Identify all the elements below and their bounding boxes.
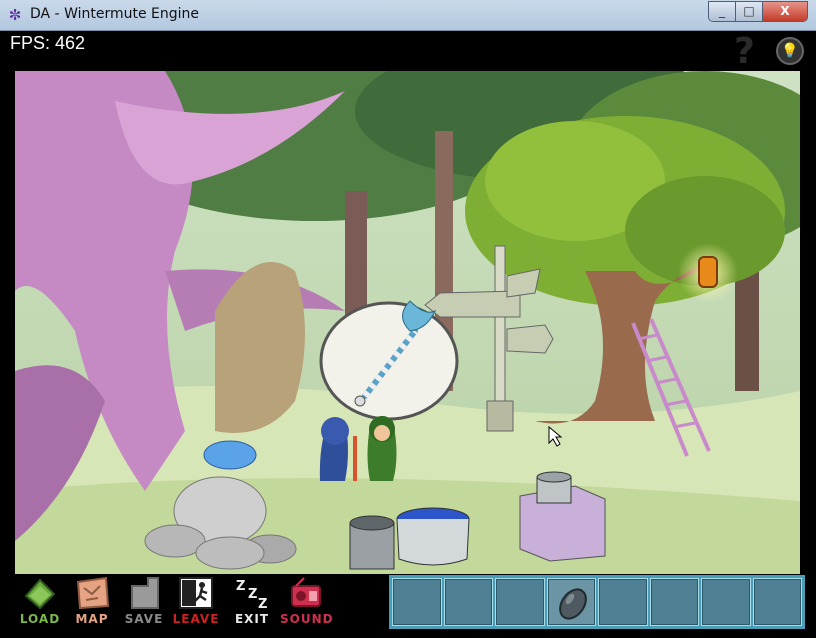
map-icon: [76, 576, 110, 610]
inventory-slot[interactable]: [752, 578, 802, 626]
stone-icon[interactable]: [553, 584, 593, 624]
inventory-slot[interactable]: [495, 578, 545, 626]
inventory-slot[interactable]: [598, 578, 648, 626]
minimize-button[interactable]: _: [709, 2, 735, 21]
paint-cans[interactable]: [349, 507, 470, 570]
maximize-button[interactable]: □: [735, 2, 762, 21]
radio-icon: [291, 577, 321, 607]
load-icon: [24, 578, 56, 610]
close-button[interactable]: X: [762, 2, 807, 21]
window-controls: _ □ X: [708, 1, 808, 22]
inventory-slot[interactable]: [701, 578, 751, 626]
hint-bulb-icon[interactable]: 💡: [776, 37, 804, 65]
window-titlebar[interactable]: ✼ DA - Wintermute Engine _ □ X: [0, 0, 816, 31]
save-icon: [131, 577, 159, 609]
exit-door-icon: [179, 577, 213, 609]
game-scene[interactable]: [15, 71, 800, 574]
svg-text:Z: Z: [236, 579, 245, 594]
sleep-zzz-icon: Z Z Z: [236, 579, 267, 610]
inventory-slot[interactable]: [443, 578, 493, 626]
inventory-slot[interactable]: [392, 578, 442, 626]
load-button[interactable]: LOAD: [14, 576, 66, 628]
save-button[interactable]: SAVE: [118, 576, 170, 628]
help-icon[interactable]: ?: [734, 31, 755, 72]
svg-text:Z: Z: [258, 597, 267, 610]
svg-text:Z: Z: [248, 587, 257, 602]
app-icon: ✼: [8, 6, 22, 24]
scene-art: [15, 71, 800, 574]
window-title: DA - Wintermute Engine: [30, 6, 200, 22]
inventory-slot[interactable]: [649, 578, 699, 626]
inventory-slot[interactable]: [546, 578, 596, 626]
thought-bubble: [319, 300, 459, 421]
inventory-bar: [389, 575, 805, 629]
exit-button[interactable]: Z Z Z EXIT: [226, 576, 278, 628]
sound-button[interactable]: SOUND: [280, 576, 333, 628]
leave-button[interactable]: LEAVE: [170, 576, 222, 628]
map-button[interactable]: MAP: [66, 576, 118, 628]
fps-counter: FPS: 462: [10, 33, 86, 53]
